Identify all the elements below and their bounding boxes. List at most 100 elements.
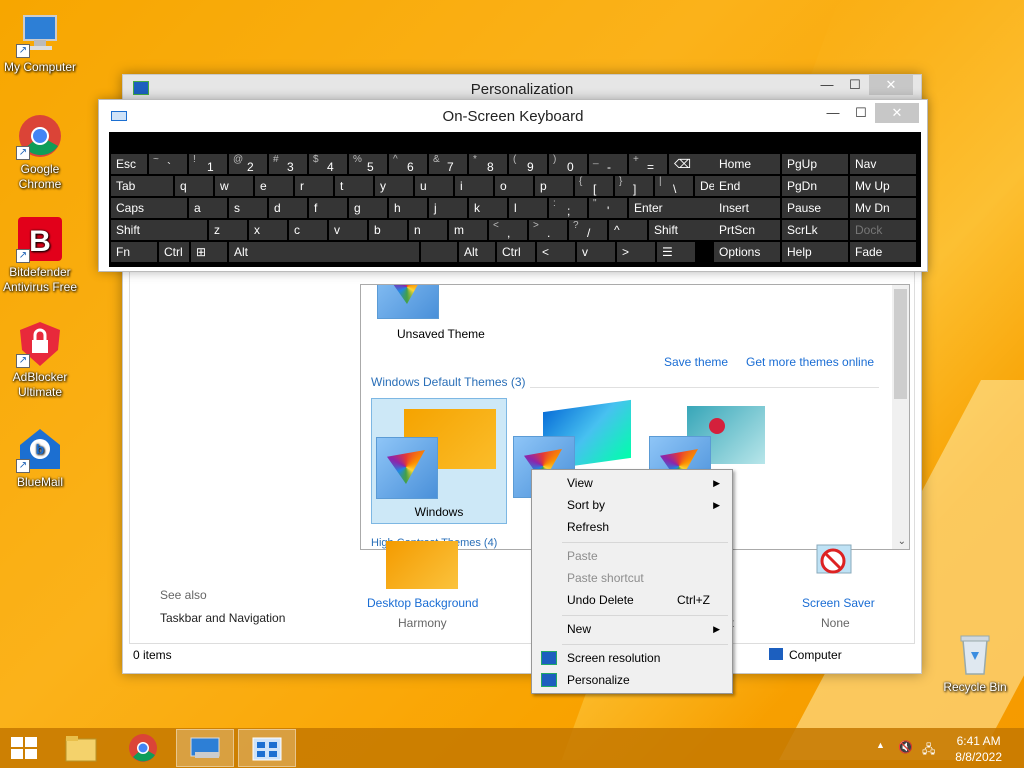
desktop-icon-google-chrome[interactable]: ↗ Google Chrome	[0, 112, 80, 192]
osk-key[interactable]: & 7	[429, 154, 467, 174]
osk-key[interactable]: {[	[575, 176, 613, 196]
themes-scroll-thumb[interactable]	[894, 289, 907, 399]
menu-item-paste[interactable]: Paste	[534, 545, 730, 567]
osk-key[interactable]: >	[617, 242, 655, 262]
osk-key[interactable]: @2	[229, 154, 267, 174]
osk-key[interactable]: PgUp	[782, 154, 848, 174]
osk-key[interactable]: Pause	[782, 198, 848, 218]
screen-saver-link[interactable]: Screen Saver	[802, 596, 875, 610]
osk-key[interactable]: Fn	[111, 242, 157, 262]
osk-key[interactable]: End	[714, 176, 780, 196]
taskbar-clock[interactable]: 6:41 AM 8/8/2022	[955, 733, 1002, 765]
osk-key[interactable]: | \	[655, 176, 693, 196]
osk-key[interactable]: " '	[589, 198, 627, 218]
menu-item-paste-shortcut[interactable]: Paste shortcut	[534, 567, 730, 589]
osk-key[interactable]: q	[175, 176, 213, 196]
osk-key[interactable]: a	[189, 198, 227, 218]
osk-key[interactable]: Alt	[459, 242, 495, 262]
osk-key[interactable]: PrtScn	[714, 220, 780, 240]
menu-item-undo-delete[interactable]: Undo Delete Ctrl+Z	[534, 589, 730, 611]
osk-key[interactable]: + =	[629, 154, 667, 174]
menu-item-sort-by[interactable]: Sort by ▶	[534, 494, 730, 516]
osk-key[interactable]: Mv Up	[850, 176, 916, 196]
osk-key[interactable]: x	[249, 220, 287, 240]
osk-maximize-button[interactable]: ☐	[847, 103, 875, 123]
osk-key[interactable]: >.	[529, 220, 567, 240]
osk-key[interactable]: <,	[489, 220, 527, 240]
osk-key[interactable]: k	[469, 198, 507, 218]
osk-key[interactable]	[421, 242, 457, 262]
desktop-icon-bluemail[interactable]: b ↗ BlueMail	[0, 425, 80, 490]
taskbar-personalization[interactable]	[238, 729, 296, 767]
minimize-button[interactable]: —	[813, 75, 841, 95]
osk-key[interactable]: Ctrl	[159, 242, 189, 262]
osk-key[interactable]: c	[289, 220, 327, 240]
osk-key[interactable]: y	[375, 176, 413, 196]
osk-key[interactable]: :;	[549, 198, 587, 218]
osk-key[interactable]: Mv Dn	[850, 198, 916, 218]
osk-close-button[interactable]: ✕	[875, 103, 919, 123]
menu-item-view[interactable]: View ▶	[534, 472, 730, 494]
osk-key[interactable]: p	[535, 176, 573, 196]
themes-scrollbar[interactable]: ⌄	[892, 285, 909, 549]
osk-key[interactable]: * 8	[469, 154, 507, 174]
osk-key[interactable]: Help	[782, 242, 848, 262]
osk-key[interactable]: Caps	[111, 198, 187, 218]
desktop-background-link[interactable]: Desktop Background	[367, 596, 478, 610]
osk-key[interactable]: $4	[309, 154, 347, 174]
osk-key[interactable]: PgDn	[782, 176, 848, 196]
osk-key[interactable]: ^	[609, 220, 647, 240]
start-button[interactable]	[0, 729, 48, 767]
osk-key[interactable]: Enter	[629, 198, 723, 218]
network-icon[interactable]: 🖧	[922, 740, 935, 761]
osk-key[interactable]: ⊞	[191, 242, 227, 262]
osk-key[interactable]: ☰	[657, 242, 695, 262]
show-hidden-icons-arrow[interactable]: ▲	[876, 740, 885, 750]
maximize-button[interactable]: ☐	[841, 75, 869, 95]
close-button[interactable]: ✕	[869, 75, 913, 95]
osk-key[interactable]: Options	[714, 242, 780, 262]
menu-item-new[interactable]: New ▶	[534, 618, 730, 640]
osk-key[interactable]: Dock	[850, 220, 916, 240]
osk-key[interactable]: Alt	[229, 242, 419, 262]
osk-key[interactable]: Esc	[111, 154, 147, 174]
osk-key[interactable]: ^ 6	[389, 154, 427, 174]
osk-key[interactable]: w	[215, 176, 253, 196]
osk-key[interactable]: #3	[269, 154, 307, 174]
taskbar-navigation-link[interactable]: Taskbar and Navigation	[160, 611, 285, 625]
screen-saver-icon[interactable]	[813, 541, 857, 585]
osk-key[interactable]: j	[429, 198, 467, 218]
taskbar-chrome[interactable]	[114, 729, 172, 767]
osk-key[interactable]: Home	[714, 154, 780, 174]
osk-key[interactable]: Insert	[714, 198, 780, 218]
scroll-down-arrow-icon[interactable]: ⌄	[898, 536, 906, 547]
osk-key[interactable]: z	[209, 220, 247, 240]
osk-key[interactable]: v	[577, 242, 615, 262]
osk-key[interactable]: ScrLk	[782, 220, 848, 240]
osk-key[interactable]: t	[335, 176, 373, 196]
taskbar-file-explorer[interactable]	[52, 729, 110, 767]
desktop-icon-bitdefender[interactable]: B ↗ Bitdefender Antivirus Free	[0, 215, 80, 295]
osk-key[interactable]: Ctrl	[497, 242, 535, 262]
osk-key[interactable]: v	[329, 220, 367, 240]
osk-key[interactable]: ) 0	[549, 154, 587, 174]
osk-key[interactable]: }]	[615, 176, 653, 196]
osk-key[interactable]: h	[389, 198, 427, 218]
osk-key[interactable]: (9	[509, 154, 547, 174]
osk-key[interactable]: ~ `	[149, 154, 187, 174]
osk-key[interactable]: i	[455, 176, 493, 196]
osk-titlebar[interactable]: On-Screen Keyboard — ☐ ✕	[99, 100, 927, 131]
unsaved-theme-thumbnail[interactable]	[377, 285, 439, 319]
osk-key[interactable]: f	[309, 198, 347, 218]
menu-item-refresh[interactable]: Refresh	[534, 516, 730, 538]
menu-item-personalize[interactable]: Personalize	[534, 669, 730, 691]
desktop-background-thumbnail[interactable]	[386, 541, 458, 589]
osk-key[interactable]: u	[415, 176, 453, 196]
osk-key[interactable]: l	[509, 198, 547, 218]
osk-key[interactable]: Tab	[111, 176, 173, 196]
osk-key[interactable]: o	[495, 176, 533, 196]
get-more-themes-link[interactable]: Get more themes online	[746, 355, 874, 369]
osk-key[interactable]: % 5	[349, 154, 387, 174]
osk-key[interactable]: Fade	[850, 242, 916, 262]
osk-key[interactable]: d	[269, 198, 307, 218]
